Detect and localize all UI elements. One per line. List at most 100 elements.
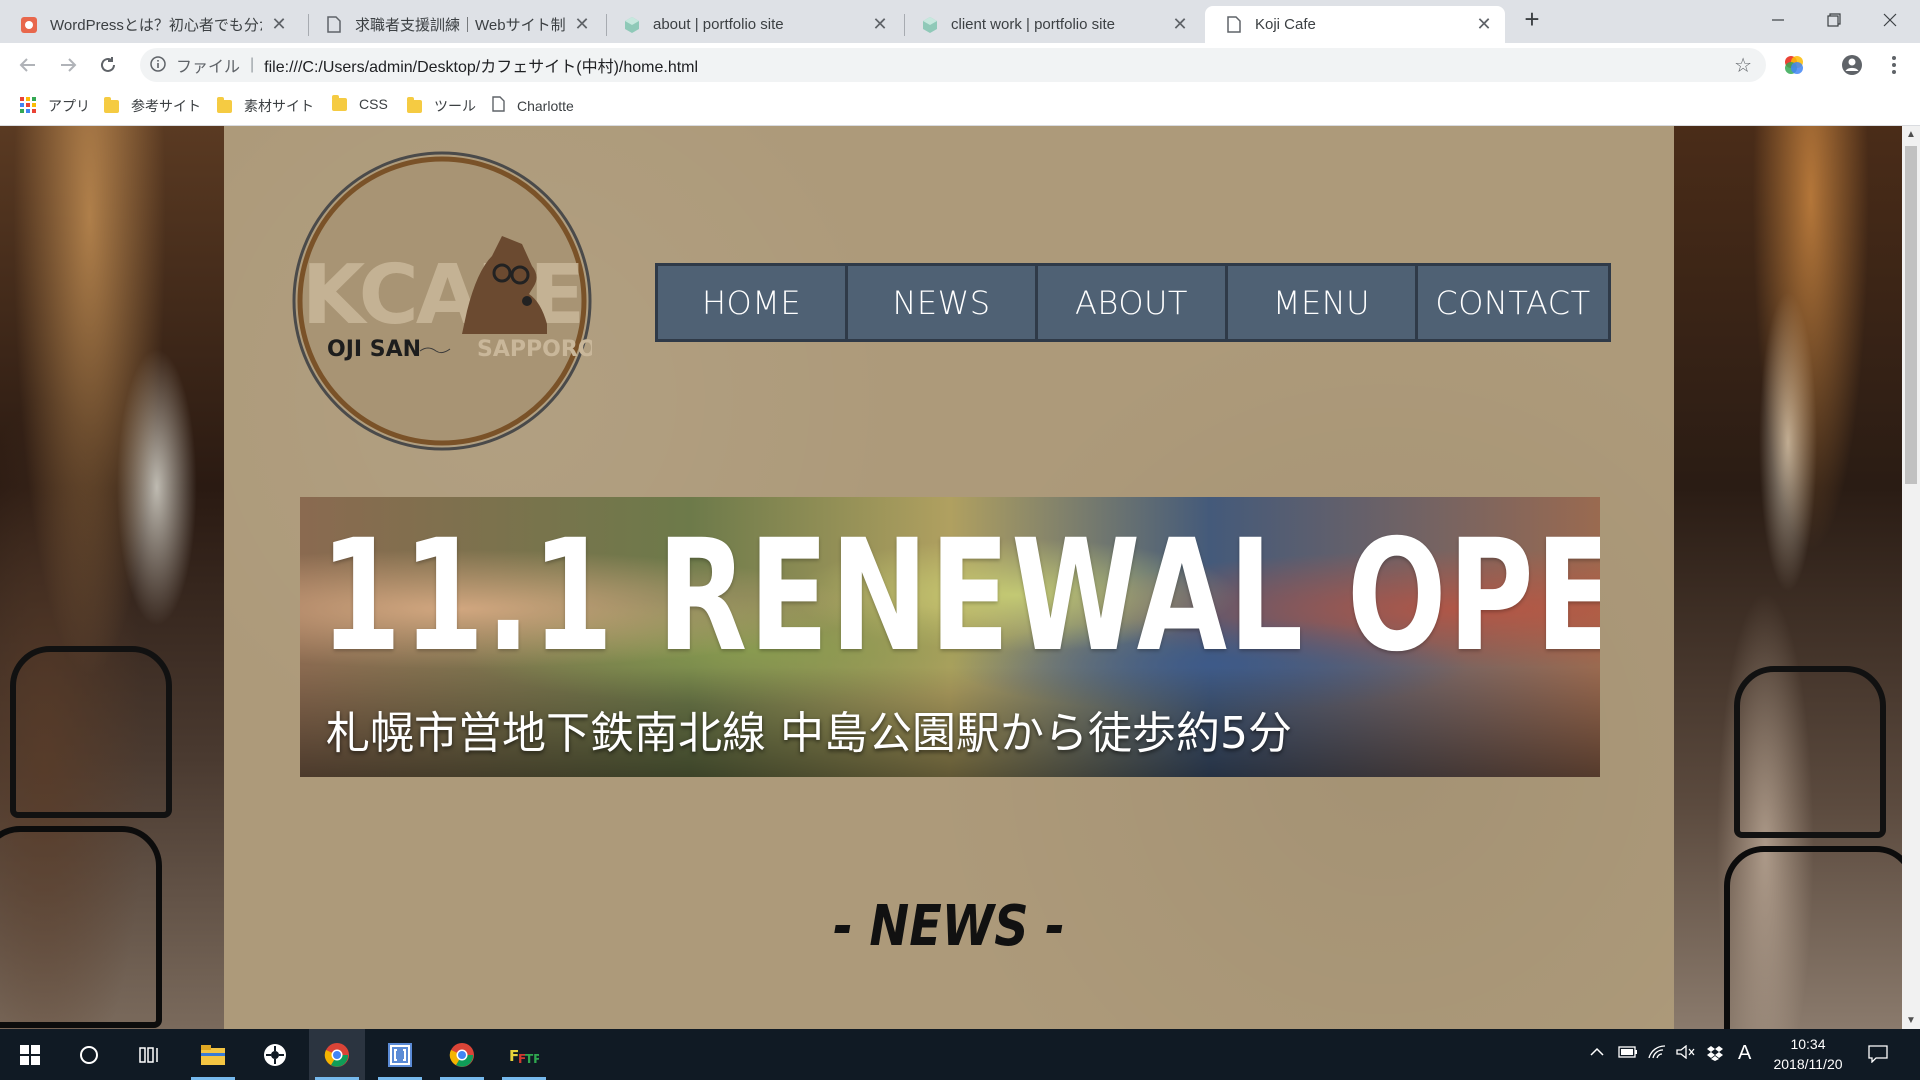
new-tab-button[interactable]: +	[1516, 4, 1548, 35]
bookmark-folder-tool[interactable]: ツール	[407, 96, 476, 116]
chevron-up-icon	[1590, 1047, 1604, 1056]
cube-favicon-icon	[921, 16, 939, 34]
nav-news[interactable]: NEWS	[848, 266, 1038, 339]
chrome-icon	[449, 1042, 474, 1067]
system-clock[interactable]: 10:34 2018/11/20	[1760, 1034, 1856, 1074]
volume-muted-icon[interactable]	[1676, 1044, 1696, 1064]
start-button[interactable]	[2, 1029, 58, 1080]
reload-button[interactable]	[94, 51, 122, 79]
logo-ojisan-text: OJI SAN	[327, 337, 421, 362]
bookmark-label: CSS	[359, 96, 388, 112]
arrow-left-icon	[19, 58, 35, 72]
search-button[interactable]	[61, 1029, 117, 1080]
scheme-label: ファイル	[176, 59, 241, 76]
tab-title: about | portfolio site	[653, 16, 784, 33]
profile-icon[interactable]	[1838, 51, 1866, 79]
url-text[interactable]: file:///C:/Users/admin/Desktop/カフェサイト(中村…	[264, 53, 698, 77]
folder-icon	[332, 94, 347, 111]
file-explorer-button[interactable]	[185, 1029, 241, 1080]
divider: |	[250, 56, 255, 73]
chrome-button[interactable]	[434, 1029, 490, 1080]
folder-icon	[217, 96, 232, 113]
action-center-icon[interactable]	[1868, 1045, 1888, 1068]
page-icon	[325, 16, 343, 34]
wifi-icon[interactable]	[1648, 1045, 1666, 1064]
menu-kebab-icon[interactable]	[1880, 51, 1908, 79]
close-icon[interactable]: ✕	[871, 14, 889, 35]
bookmark-folder-css[interactable]: CSS	[332, 94, 388, 112]
minimize-icon	[1772, 19, 1784, 21]
extension-icon[interactable]	[1780, 51, 1808, 79]
bookmark-label: 参考サイト	[131, 98, 201, 114]
tab-title: Koji Cafe	[1255, 16, 1316, 33]
restore-icon	[1827, 13, 1841, 27]
reload-icon	[101, 57, 115, 72]
back-button[interactable]	[14, 51, 42, 79]
star-icon[interactable]: ☆	[1734, 53, 1752, 78]
restore-button[interactable]	[1806, 0, 1862, 40]
nav-contact[interactable]: CONTACT	[1418, 266, 1608, 339]
scroll-up-arrow-icon[interactable]: ▲	[1902, 126, 1920, 143]
tab-kyushokusha[interactable]: 求職者支援訓練｜Webサイト制作 ✕	[305, 6, 603, 43]
wordpress-favicon-icon	[20, 16, 38, 34]
close-icon[interactable]: ✕	[1475, 14, 1493, 35]
tab-about-portfolio[interactable]: about | portfolio site ✕	[603, 6, 901, 43]
global-nav: HOME NEWS ABOUT MENU CONTACT	[655, 263, 1611, 342]
nav-home[interactable]: HOME	[658, 266, 848, 339]
close-icon[interactable]: ✕	[1171, 14, 1189, 35]
tab-koji-cafe[interactable]: Koji Cafe ✕	[1205, 6, 1505, 43]
kcafe-logo[interactable]: KCAFE OJI SAN SAPPORO	[292, 151, 596, 451]
browser-toolbar: ファイル | file:///C:/Users/admin/Desktop/カフ…	[0, 43, 1920, 87]
app-gear-icon	[264, 1043, 286, 1066]
show-hidden-icons-button[interactable]	[1590, 1045, 1604, 1064]
windows-logo-icon	[20, 1044, 40, 1065]
windows-taskbar: F F TP A 10:34 2018/11/20	[0, 1029, 1920, 1080]
minimize-button[interactable]	[1750, 0, 1806, 40]
taskbar-app-button[interactable]	[247, 1029, 303, 1080]
logo-sapporo-text: SAPPORO	[477, 337, 592, 362]
tab-strip: WordPressとは？初心者でも分かる ✕ 求職者支援訓練｜Webサイト制作 …	[0, 0, 1920, 43]
tab-title: 求職者支援訓練｜Webサイト制作	[355, 17, 565, 34]
bookmark-apps[interactable]: アプリ	[20, 96, 90, 116]
dropbox-icon[interactable]	[1706, 1045, 1724, 1066]
ffftp-button[interactable]: F F TP	[496, 1029, 552, 1080]
address-bar[interactable]: ファイル | file:///C:/Users/admin/Desktop/カフ…	[140, 48, 1766, 82]
page-icon	[492, 96, 505, 115]
ime-indicator[interactable]: A	[1738, 1042, 1751, 1065]
chrome-button-active[interactable]	[309, 1029, 365, 1080]
bookmark-folder-sanko[interactable]: 参考サイト	[104, 96, 201, 116]
close-icon[interactable]: ✕	[270, 14, 288, 35]
news-section-title: - NEWS -	[833, 894, 1065, 959]
clock-date: 2018/11/20	[1773, 1056, 1843, 1072]
scrollbar-thumb[interactable]	[1905, 146, 1917, 484]
tab-title: WordPressとは？初心者でも分かる	[50, 17, 262, 34]
svg-text:TP: TP	[525, 1052, 539, 1066]
task-view-button[interactable]	[122, 1029, 178, 1080]
cafe-background-left	[0, 126, 224, 1029]
ffftp-icon: FFTP	[509, 1047, 539, 1066]
main-content-area: KCAFE OJI SAN SAPPORO HOME NEWS ABOUT ME…	[224, 126, 1674, 1029]
tab-wordpress[interactable]: WordPressとは？初心者でも分かる ✕	[0, 6, 300, 43]
tab-client-work[interactable]: client work | portfolio site ✕	[901, 6, 1201, 43]
cafe-background-right	[1674, 126, 1902, 1029]
battery-icon[interactable]	[1618, 1045, 1638, 1064]
scroll-down-arrow-icon[interactable]: ▼	[1902, 1012, 1920, 1029]
forward-button[interactable]	[54, 51, 82, 79]
brackets-button[interactable]	[372, 1029, 428, 1080]
close-window-button[interactable]	[1862, 0, 1918, 40]
vertical-scrollbar[interactable]: ▲ ▼	[1902, 126, 1920, 1029]
nav-menu[interactable]: MENU	[1228, 266, 1418, 339]
page-icon	[1225, 16, 1243, 34]
cortana-circle-icon	[80, 1045, 98, 1064]
info-icon[interactable]	[150, 55, 170, 75]
task-view-icon	[139, 1046, 158, 1063]
bookmark-charlotte[interactable]: Charlotte	[492, 96, 574, 115]
bookmark-label: ツール	[434, 98, 476, 114]
bookmark-folder-sozai[interactable]: 素材サイト	[217, 96, 314, 116]
renewal-banner: 11.1 RENEWAL OPEN! 札幌市営地下鉄南北線 中島公園駅から徒歩約…	[300, 497, 1600, 777]
page-viewport: KCAFE OJI SAN SAPPORO HOME NEWS ABOUT ME…	[0, 126, 1902, 1029]
close-icon	[1883, 13, 1897, 27]
apps-grid-icon	[20, 96, 36, 116]
nav-about[interactable]: ABOUT	[1038, 266, 1228, 339]
close-icon[interactable]: ✕	[573, 14, 591, 35]
